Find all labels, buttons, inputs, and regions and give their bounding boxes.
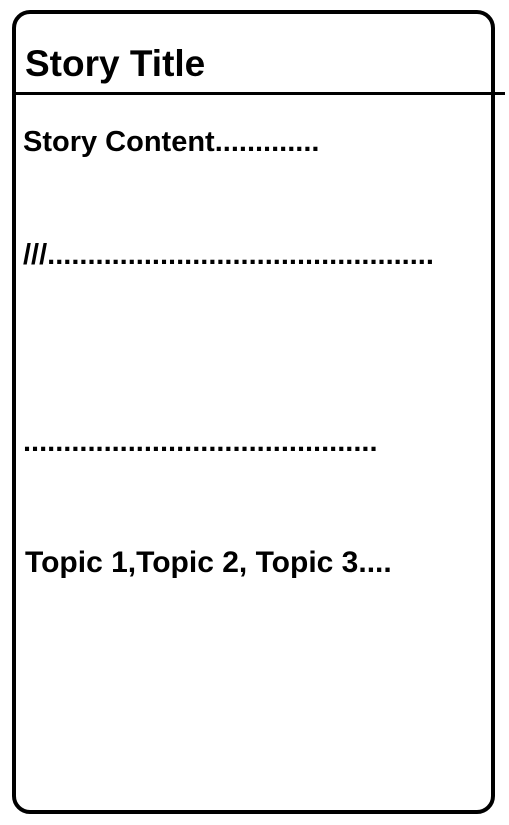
title-divider	[12, 92, 505, 95]
story-title: Story Title	[25, 43, 206, 84]
story-content-line: ///.....................................…	[23, 239, 434, 271]
story-content-line: Story Content.............	[23, 126, 320, 158]
story-topics[interactable]: Topic 1,Topic 2, Topic 3....	[25, 548, 392, 578]
story-content-line: ........................................…	[23, 426, 378, 458]
